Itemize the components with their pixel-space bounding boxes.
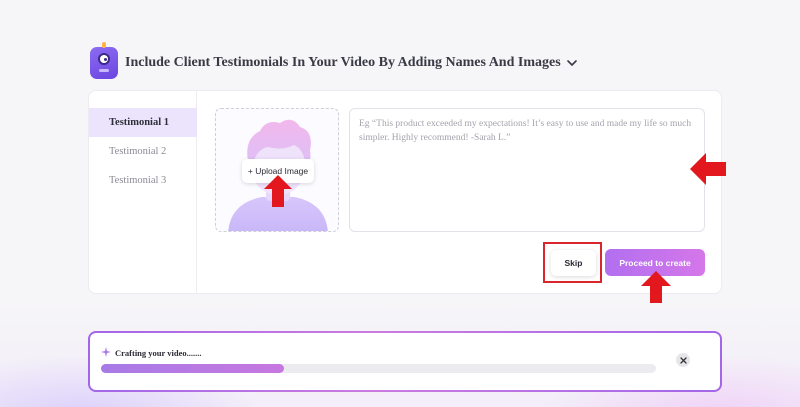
progress-card: Crafting your video.......: [88, 331, 722, 392]
proceed-label: Proceed to create: [619, 257, 691, 268]
skip-label: Skip: [564, 258, 583, 268]
tab-label: Testimonial 2: [109, 146, 167, 157]
tab-testimonial-1[interactable]: Testimonial 1: [89, 108, 197, 137]
arrow-up-icon: [641, 271, 671, 303]
image-upload-area[interactable]: + Upload Image: [215, 108, 339, 232]
chevron-down-icon[interactable]: [566, 57, 579, 69]
tab-testimonial-3[interactable]: Testimonial 3: [89, 166, 197, 195]
arrow-left-icon: [690, 153, 726, 185]
arrow-up-icon: [264, 175, 292, 207]
testimonial-editor-card: Testimonial 1 Testimonial 2 Testimonial …: [88, 90, 722, 294]
skip-button[interactable]: Skip: [551, 250, 596, 276]
tab-label: Testimonial 1: [109, 117, 169, 128]
page-header: Include Client Testimonials In Your Vide…: [90, 42, 579, 80]
page-title: Include Client Testimonials In Your Vide…: [125, 55, 561, 70]
progress-bar: [101, 364, 656, 373]
close-icon: [679, 351, 687, 369]
testimonial-sidebar: Testimonial 1 Testimonial 2 Testimonial …: [89, 91, 197, 293]
progress-fill: [101, 364, 285, 373]
testimonial-text-input[interactable]: Eg “This product exceeded my expectation…: [349, 108, 705, 232]
sparkle-icon: [101, 344, 111, 362]
tab-testimonial-2[interactable]: Testimonial 2: [89, 137, 197, 166]
testimonial-placeholder: Eg “This product exceeded my expectation…: [359, 119, 692, 143]
progress-status: Crafting your video.......: [115, 348, 202, 358]
close-button[interactable]: [676, 353, 690, 367]
tab-label: Testimonial 3: [109, 175, 167, 186]
mascot-icon: [90, 42, 118, 79]
